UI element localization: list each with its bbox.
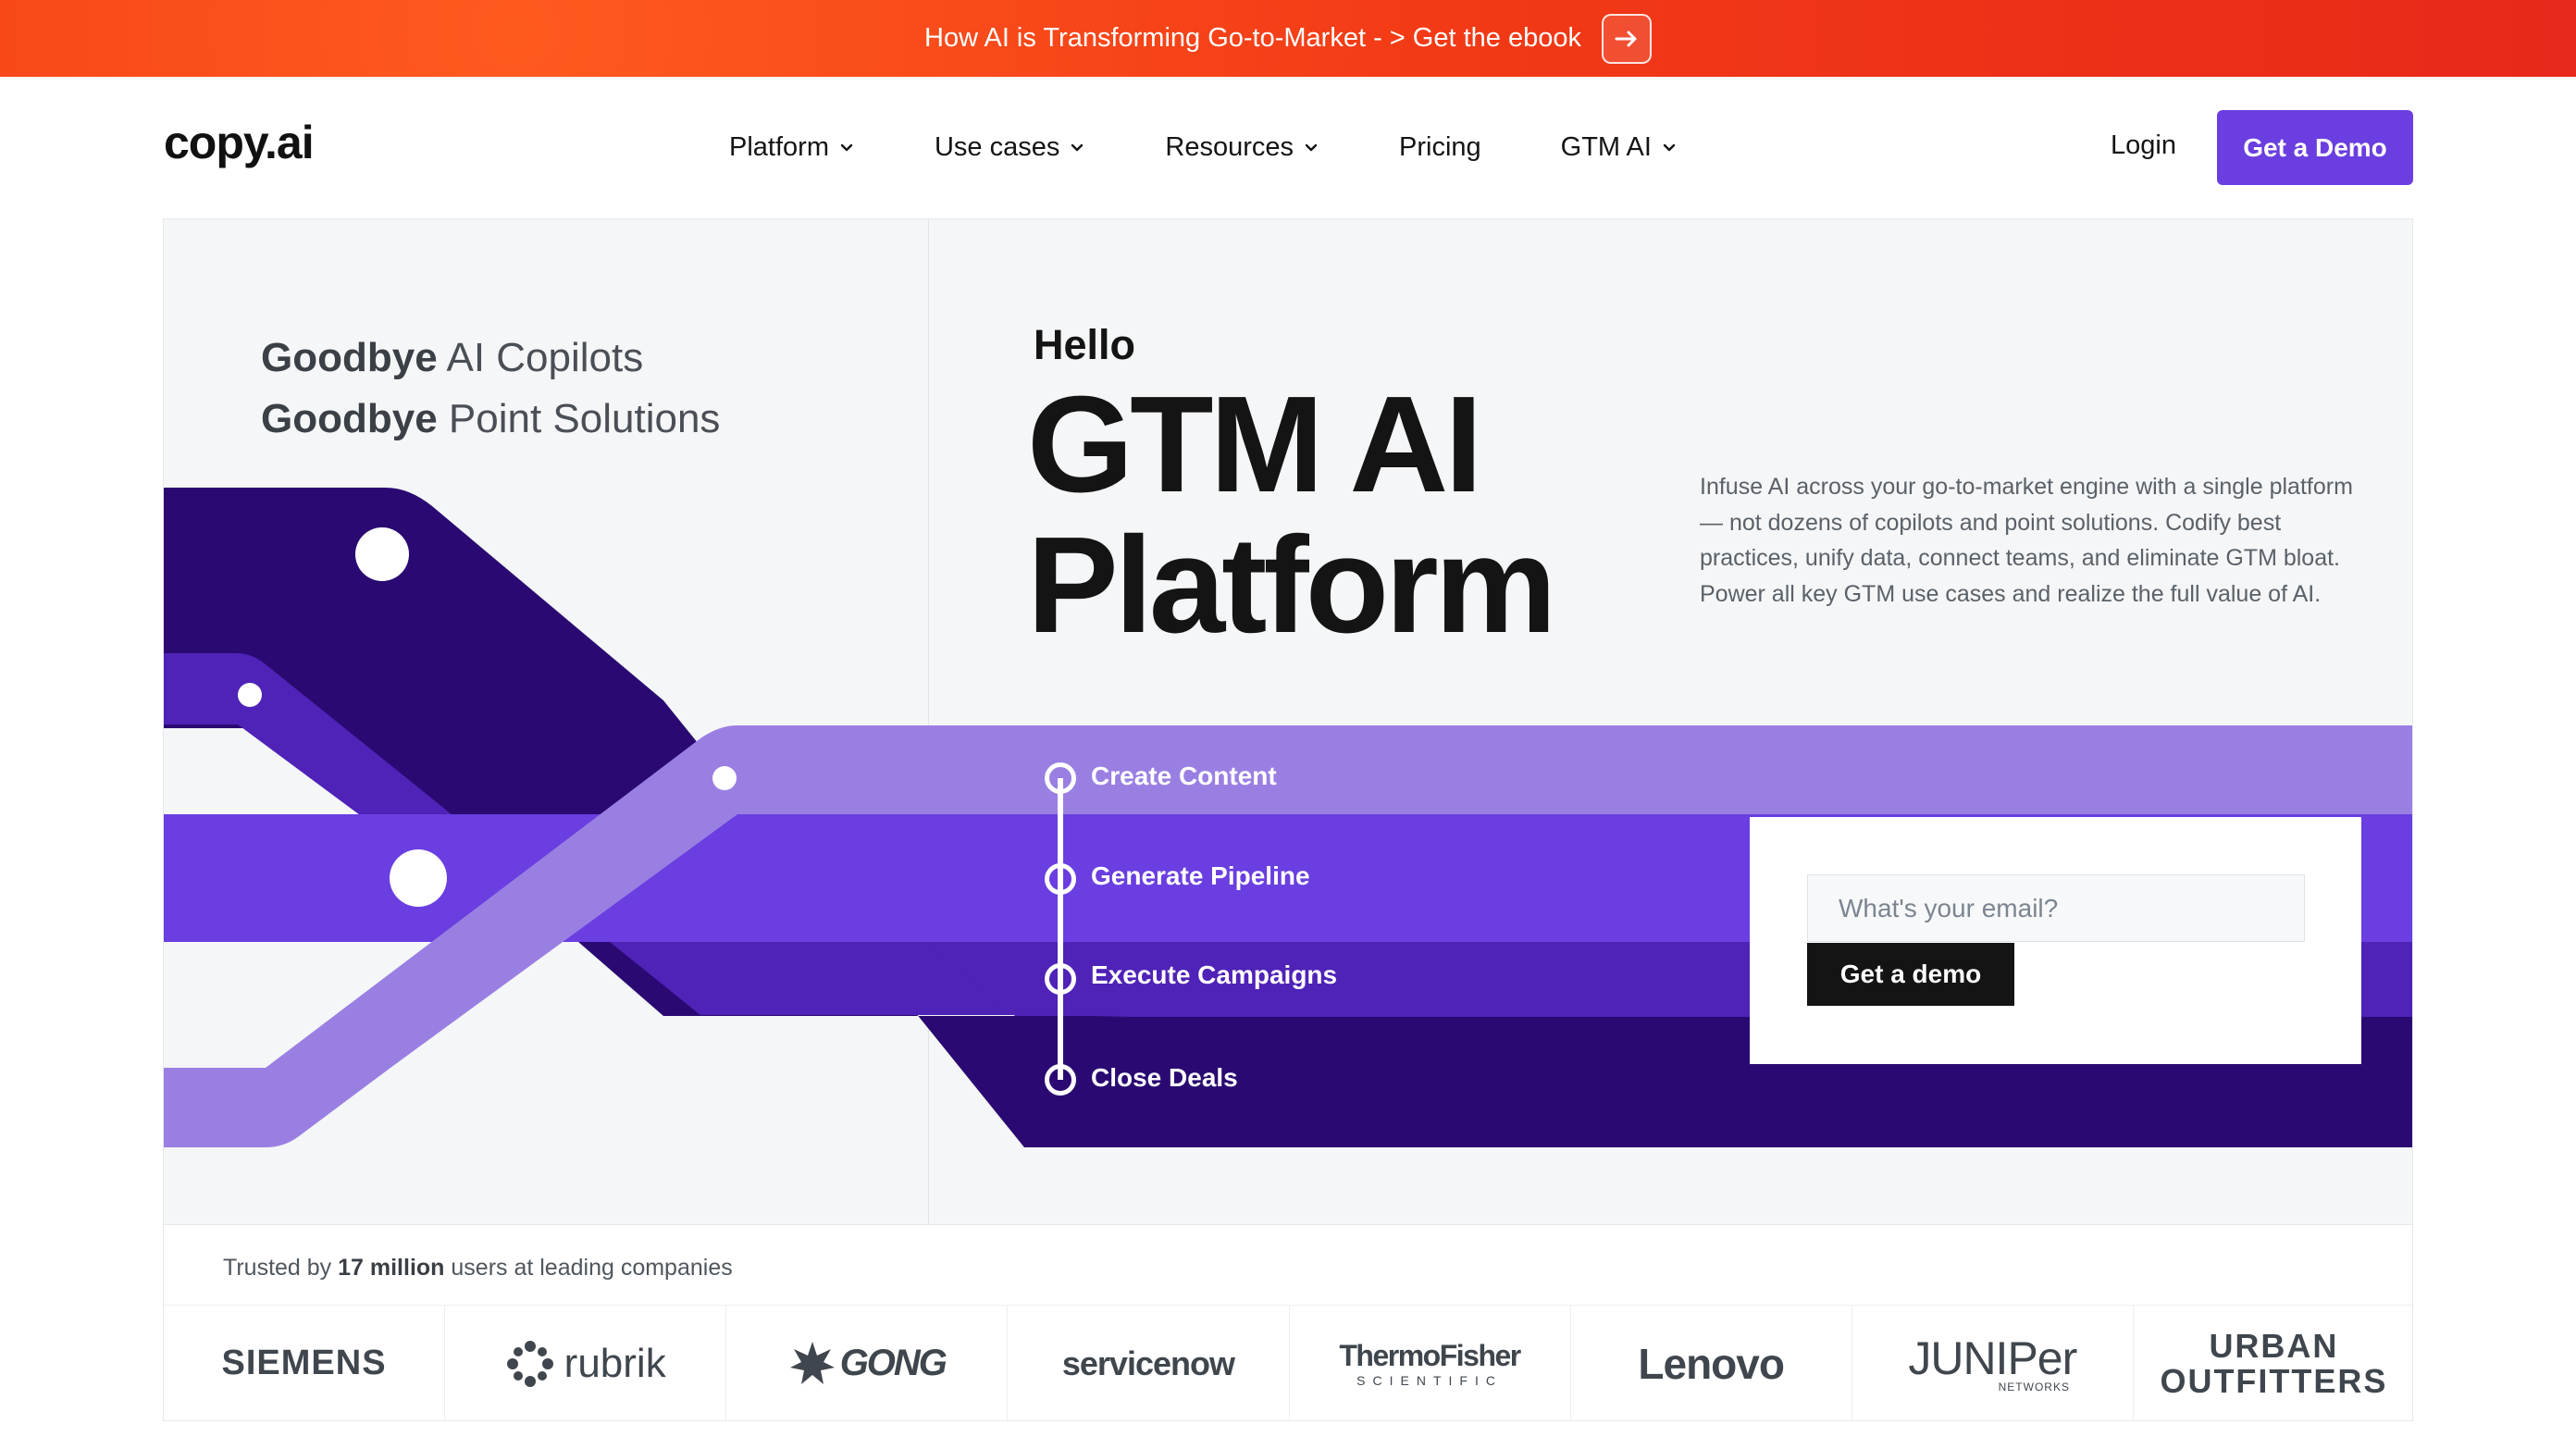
hello-label: Hello xyxy=(1034,321,1136,368)
goodbye-line-1: Goodbye AI Copilots xyxy=(261,335,644,380)
steps-connector xyxy=(1058,778,1063,1080)
chevron-down-icon xyxy=(840,143,853,152)
get-a-demo-button[interactable]: Get a Demo xyxy=(2217,110,2413,185)
urban-outfitters-logo: URBAN OUTFITTERS xyxy=(2160,1326,2388,1400)
step-execute-campaigns[interactable]: Execute Campaigns xyxy=(1091,960,1337,990)
menu-item-label: Platform xyxy=(729,131,829,162)
gong-burst-icon xyxy=(789,1341,835,1384)
trusted-by-section: Trusted by 17 million users at leading c… xyxy=(163,1225,2414,1421)
step-close-deals[interactable]: Close Deals xyxy=(1091,1063,1238,1093)
goodbye-heading: Goodbye AI Copilots Goodbye Point Soluti… xyxy=(261,328,720,450)
copyai-logo[interactable]: copy.ai xyxy=(164,116,315,169)
gong-logo: GONG xyxy=(726,1306,1009,1421)
step-marker xyxy=(1045,1064,1076,1096)
rubrik-mark-icon xyxy=(506,1340,553,1387)
chevron-down-icon xyxy=(1305,143,1318,152)
siemens-logo: SIEMENS xyxy=(164,1306,446,1421)
menu-item-pricing[interactable]: Pricing xyxy=(1399,132,1481,163)
get-a-demo-submit-button[interactable]: Get a demo xyxy=(1807,943,2014,1006)
goodbye-line-2: Goodbye Point Solutions xyxy=(261,396,721,441)
menu-item-gtm-ai[interactable]: GTM AI xyxy=(1561,132,1678,163)
menu-item-label: Use cases xyxy=(934,131,1060,162)
lenovo-logo: Lenovo xyxy=(1571,1306,1852,1421)
menu-item-resources[interactable]: Resources xyxy=(1165,132,1319,163)
servicenow-logo: servicenow xyxy=(1008,1306,1290,1421)
hero-headline: GTM AI Platform xyxy=(1027,368,1556,662)
step-marker xyxy=(1045,963,1076,995)
announcement-bar[interactable]: How AI is Transforming Go-to-Market - > … xyxy=(0,0,2576,77)
thermofisher-logo: ThermoFisher SCIENTIFIC xyxy=(1290,1306,1571,1421)
menu-item-label: Resources xyxy=(1165,131,1294,162)
chevron-down-icon xyxy=(1663,143,1676,152)
rubrik-logo: rubrik xyxy=(445,1306,727,1421)
step-create-content[interactable]: Create Content xyxy=(1091,762,1277,791)
email-input[interactable] xyxy=(1807,874,2305,942)
step-marker xyxy=(1045,863,1076,895)
juniper-logo: JUNIPer NETWORKS xyxy=(1852,1306,2134,1421)
step-generate-pipeline[interactable]: Generate Pipeline xyxy=(1091,861,1310,891)
arrow-right-icon[interactable] xyxy=(1601,13,1652,64)
login-link[interactable]: Login xyxy=(2111,130,2176,161)
headline-line-1: GTM AI xyxy=(1027,368,1482,521)
customer-logos: SIEMENS rubrik GONG servicenow ThermoFis… xyxy=(164,1305,2414,1421)
chevron-down-icon xyxy=(1071,143,1084,152)
menu-item-use-cases[interactable]: Use cases xyxy=(935,132,1085,163)
hero-section: Goodbye AI Copilots Goodbye Point Soluti… xyxy=(163,218,2413,1225)
menu-item-label: GTM AI xyxy=(1560,131,1652,162)
main-menu: Platform Use cases Resources Pricing GTM… xyxy=(729,77,1757,217)
headline-line-2: Platform xyxy=(1027,509,1556,662)
trusted-by-text: Trusted by 17 million users at leading c… xyxy=(223,1255,733,1281)
announcement-text[interactable]: How AI is Transforming Go-to-Market - > … xyxy=(924,23,1581,54)
top-navigation: copy.ai Platform Use cases Resources Pri… xyxy=(0,77,2576,217)
step-marker xyxy=(1045,762,1076,794)
menu-item-label: Pricing xyxy=(1399,131,1481,162)
hero-description: Infuse AI across your go-to-market engin… xyxy=(1700,474,2353,607)
demo-form: Get a demo xyxy=(1750,817,2361,1064)
menu-item-platform[interactable]: Platform xyxy=(729,132,855,163)
